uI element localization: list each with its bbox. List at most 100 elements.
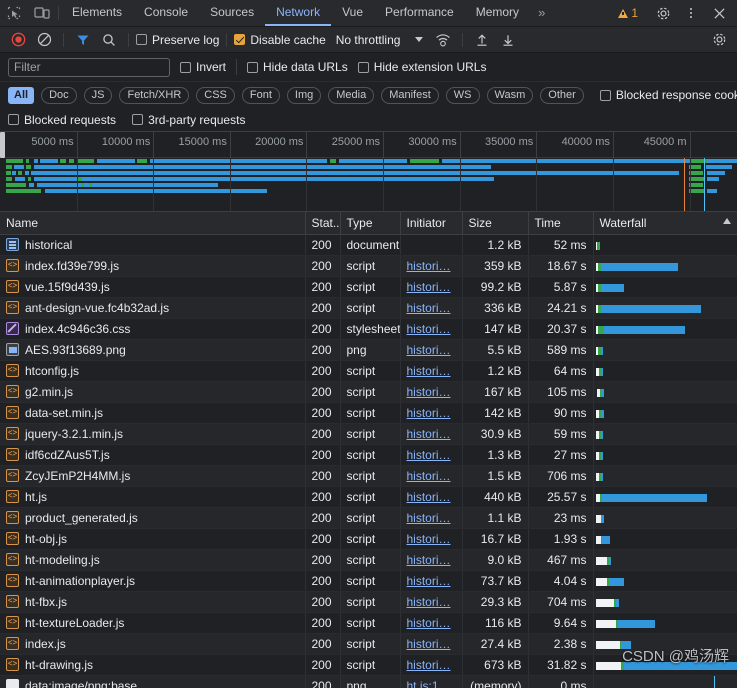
column-header-time[interactable]: Time — [528, 212, 594, 235]
device-toolbar-icon[interactable] — [28, 0, 56, 26]
table-row[interactable]: <> product_generated.js 200 script histori… 1… — [0, 507, 737, 529]
invert-checkbox[interactable]: Invert — [180, 60, 226, 74]
cell-initiator[interactable]: histori… — [400, 255, 463, 277]
initiator-link[interactable]: histori… — [407, 574, 451, 588]
column-header-name[interactable]: Name — [0, 212, 306, 235]
initiator-link[interactable]: histori… — [407, 280, 451, 294]
tab-vue[interactable]: Vue — [331, 0, 374, 26]
filter-icon[interactable] — [71, 29, 95, 51]
table-row[interactable]: <> data-set.min.js 200 script histori… 142 kB… — [0, 402, 737, 424]
more-tabs-button[interactable]: » — [530, 0, 553, 26]
requests-table-container[interactable]: Name Stat... Type Initiator Size Time Wa… — [0, 212, 737, 688]
initiator-link[interactable]: histori… — [407, 427, 451, 441]
cell-name[interactable]: <> g2.min.js — [0, 381, 306, 403]
type-filter-all[interactable]: All — [8, 86, 35, 104]
type-filter-media[interactable]: Media — [328, 86, 375, 104]
import-har-icon[interactable] — [470, 29, 494, 51]
cell-name[interactable]: <> ant-design-vue.fc4b32ad.js — [0, 297, 306, 319]
initiator-link[interactable]: histori… — [407, 553, 451, 567]
tab-performance[interactable]: Performance — [374, 0, 465, 26]
inspect-element-icon[interactable] — [0, 0, 28, 26]
hide-data-urls-checkbox[interactable]: Hide data URLs — [247, 60, 348, 74]
initiator-link[interactable]: histori… — [407, 406, 451, 420]
cell-initiator[interactable]: histori… — [400, 591, 463, 613]
initiator-link[interactable]: histori… — [407, 490, 451, 504]
initiator-link[interactable]: histori… — [407, 322, 451, 336]
overview-left-handle[interactable] — [0, 132, 5, 158]
preserve-log-box[interactable] — [136, 34, 147, 45]
table-row[interactable]: <> vue.15f9d439.js 200 script histori… 99.2 k… — [0, 276, 737, 298]
table-row[interactable]: <> ht-modeling.js 200 script histori… 9.0 kB 4… — [0, 549, 737, 571]
cell-initiator[interactable]: ht.js:1 — [400, 675, 463, 688]
hide-data-urls-box[interactable] — [247, 61, 259, 73]
type-filter-other[interactable]: Other — [540, 86, 584, 104]
throttling-select[interactable]: No throttling — [328, 33, 424, 47]
table-row[interactable]: <> htconfig.js 200 script histori… 1.2 kB 64 m… — [0, 360, 737, 382]
cell-name[interactable]: <> ht-drawing.js — [0, 654, 306, 676]
initiator-link[interactable]: ht.js:1 — [407, 679, 439, 688]
kebab-menu-icon[interactable] — [677, 8, 705, 18]
table-row[interactable]: <> ant-design-vue.fc4b32ad.js 200 script his… — [0, 297, 737, 319]
initiator-link[interactable]: histori… — [407, 511, 451, 525]
table-row[interactable]: <> ht-animationplayer.js 200 script histori…… — [0, 570, 737, 592]
initiator-link[interactable]: histori… — [407, 259, 451, 273]
column-header-type[interactable]: Type — [340, 212, 401, 235]
type-filter-img[interactable]: Img — [286, 86, 322, 104]
table-row[interactable]: <> index.js 200 script histori… 27.4 kB 2.38 s — [0, 633, 737, 655]
close-icon[interactable] — [705, 7, 733, 20]
initiator-link[interactable]: histori… — [407, 595, 451, 609]
network-settings-gear-icon[interactable] — [707, 29, 731, 51]
clear-button[interactable] — [32, 29, 56, 51]
type-filter-font[interactable]: Font — [241, 86, 280, 104]
disable-cache-checkbox[interactable]: Disable cache — [234, 33, 326, 47]
tab-memory[interactable]: Memory — [465, 0, 530, 26]
initiator-link[interactable]: histori… — [407, 364, 451, 378]
cell-initiator[interactable]: histori… — [400, 339, 463, 361]
network-overview[interactable]: 5000 ms 10000 ms 15000 ms 20000 ms 25000 ms 3… — [0, 132, 737, 212]
cell-initiator[interactable]: histori… — [400, 402, 463, 424]
table-row[interactable]: <> ht-fbx.js 200 script histori… 29.3 kB 704 m… — [0, 591, 737, 613]
cell-initiator[interactable]: histori… — [400, 612, 463, 634]
blocked-requests-checkbox[interactable]: Blocked requests — [8, 113, 116, 127]
cell-name[interactable]: <> index.fd39e799.js — [0, 255, 306, 277]
table-row[interactable]: <> jquery-3.2.1.min.js 200 script histori… 30… — [0, 423, 737, 445]
blocked-response-cookies-checkbox[interactable]: Blocked response cookies — [599, 88, 737, 102]
cell-initiator[interactable]: histori… — [400, 507, 463, 529]
cell-initiator[interactable]: histori… — [400, 486, 463, 508]
cell-name[interactable]: <> ht-obj.js — [0, 528, 306, 550]
cell-initiator[interactable]: histori… — [400, 276, 463, 298]
type-filter-js[interactable]: JS — [83, 86, 113, 104]
invert-box[interactable] — [180, 61, 191, 73]
type-filter-manifest[interactable]: Manifest — [381, 86, 439, 104]
type-filter-fetch-xhr[interactable]: Fetch/XHR — [119, 86, 190, 104]
blocked-response-cookies-box[interactable] — [599, 89, 611, 101]
initiator-link[interactable]: histori… — [407, 658, 451, 672]
cell-name[interactable]: <> jquery-3.2.1.min.js — [0, 423, 306, 445]
type-filter-wasm[interactable]: Wasm — [486, 86, 534, 104]
filter-input[interactable]: Filter — [8, 57, 170, 77]
third-party-requests-box[interactable] — [132, 114, 144, 125]
cell-initiator[interactable]: histori… — [400, 549, 463, 571]
cell-name[interactable]: historical — [0, 234, 306, 256]
cell-name[interactable]: <> data-set.min.js — [0, 402, 306, 424]
table-row[interactable]: <> index.fd39e799.js 200 script histori… 359 … — [0, 255, 737, 277]
table-row[interactable]: <> ZcyJEmP2H4MM.js 200 script histori… 1.5 kB… — [0, 465, 737, 487]
cell-name[interactable]: <> ht-fbx.js — [0, 591, 306, 613]
cell-name[interactable]: <> ZcyJEmP2H4MM.js — [0, 465, 306, 487]
table-row[interactable]: <> idf6cdZAus5T.js 200 script histori… 1.3 kB… — [0, 444, 737, 466]
table-row[interactable]: <> ht-textureLoader.js 200 script histori… 11… — [0, 612, 737, 634]
table-row[interactable]: <> ht-drawing.js 200 script histori… 673 kB 31… — [0, 654, 737, 676]
column-header-status[interactable]: Stat... — [305, 212, 341, 235]
table-row[interactable]: index.4c946c36.css 200 stylesheet histori… 1… — [0, 318, 737, 340]
cell-initiator[interactable]: histori… — [400, 423, 463, 445]
initiator-link[interactable]: histori… — [407, 469, 451, 483]
table-row[interactable]: data:image/png;base 200 png ht.js:1 (memory)… — [0, 675, 737, 688]
cell-name[interactable]: <> vue.15f9d439.js — [0, 276, 306, 298]
preserve-log-checkbox[interactable]: Preserve log — [136, 33, 219, 47]
type-filter-doc[interactable]: Doc — [41, 86, 77, 104]
cell-name[interactable]: <> ht-textureLoader.js — [0, 612, 306, 634]
cell-initiator[interactable]: histori… — [400, 654, 463, 676]
search-icon[interactable] — [97, 29, 121, 51]
initiator-link[interactable]: histori… — [407, 616, 451, 630]
cell-name[interactable]: <> idf6cdZAus5T.js — [0, 444, 306, 466]
